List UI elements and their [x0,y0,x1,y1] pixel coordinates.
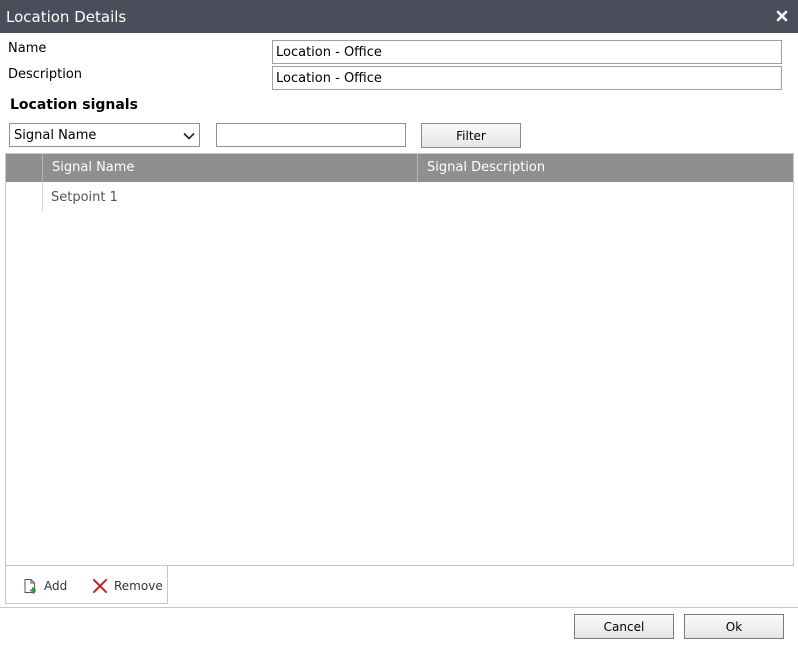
column-header-signal-description[interactable]: Signal Description [418,154,793,182]
dialog-title: Location Details [6,8,127,26]
filter-field-selected-value: Signal Name [14,128,97,143]
remove-x-icon [93,579,107,593]
name-label: Name [8,41,47,56]
grid-header-select-column [6,154,43,182]
grid-header: Signal Name Signal Description [6,154,793,182]
row-select-cell[interactable] [6,182,43,212]
filter-text-input[interactable] [216,123,406,147]
description-label: Description [8,67,83,82]
column-header-signal-name[interactable]: Signal Name [43,154,418,182]
signals-grid: Signal Name Signal Description Setpoint … [5,153,794,566]
add-button[interactable]: Add [22,576,67,596]
add-document-icon [24,579,36,594]
footer-divider [0,607,798,608]
close-icon[interactable] [774,8,790,24]
grid-toolbar: Add Remove [5,566,168,604]
dialog-titlebar: Location Details [0,0,798,33]
add-label: Add [44,579,68,593]
table-row[interactable]: Setpoint 1 [6,182,793,212]
cancel-button[interactable]: Cancel [574,614,674,639]
location-signals-heading: Location signals [10,97,138,113]
ok-button[interactable]: Ok [684,614,784,639]
signal-name-cell: Setpoint 1 [51,190,118,205]
chevron-down-icon [183,132,195,140]
filter-button[interactable]: Filter [421,123,521,148]
remove-button[interactable]: Remove [92,576,163,596]
description-field[interactable] [272,66,782,90]
name-field[interactable] [272,40,782,64]
filter-field-select[interactable]: Signal Name [9,123,200,147]
remove-label: Remove [114,579,163,593]
